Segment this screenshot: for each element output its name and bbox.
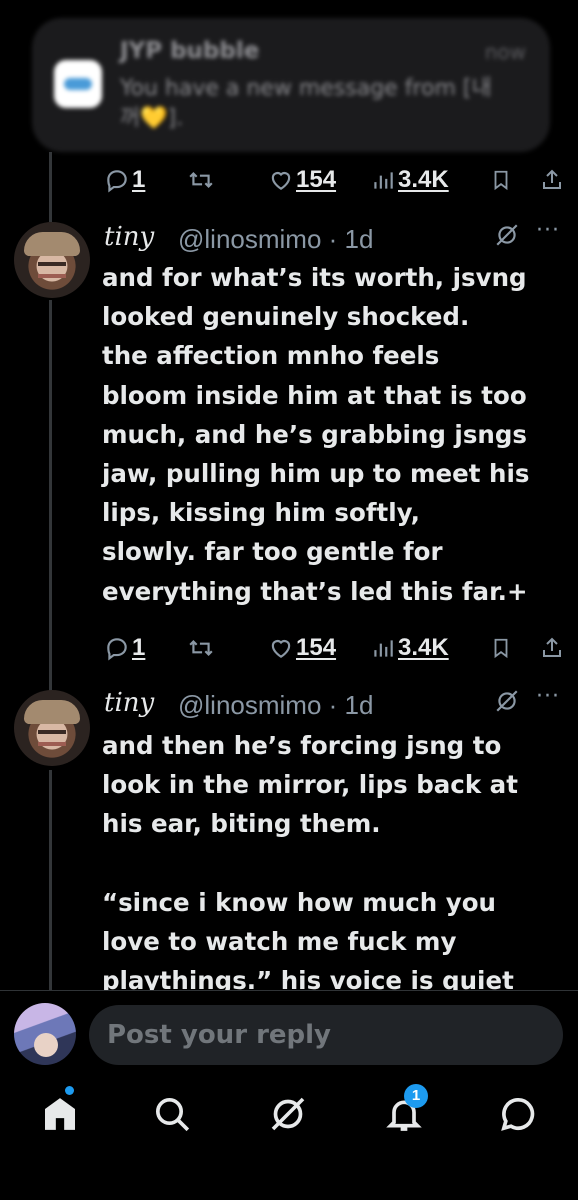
- nav-messages[interactable]: [498, 1094, 538, 1134]
- like-button[interactable]: 154: [268, 160, 336, 200]
- notification-message: You have a new message from [내꺼💛].: [120, 76, 492, 131]
- views-button[interactable]: 3.4K: [370, 628, 449, 668]
- retweet-icon: [189, 639, 213, 657]
- push-notification[interactable]: JYP bubble now You have a new message fr…: [32, 18, 550, 152]
- like-button[interactable]: 154: [268, 628, 336, 668]
- messages-icon: [501, 1097, 535, 1131]
- notification-time: now: [484, 40, 526, 64]
- like-count: 154: [296, 166, 337, 193]
- unread-dot: [65, 1086, 74, 1095]
- thread-line: [49, 770, 52, 990]
- reply-count: 1: [132, 166, 146, 193]
- bottom-nav: 1: [0, 1076, 578, 1200]
- bookmark-icon: [494, 170, 508, 191]
- home-icon: [45, 1098, 75, 1130]
- share-button[interactable]: [540, 628, 564, 668]
- more-icon[interactable]: ···: [536, 684, 560, 709]
- display-name[interactable]: tiny: [104, 688, 154, 718]
- bookmark-button[interactable]: [490, 160, 512, 200]
- bookmark-button[interactable]: [490, 628, 512, 668]
- share-icon: [543, 637, 561, 657]
- heart-icon: [271, 171, 291, 190]
- user-avatar[interactable]: [14, 1003, 76, 1065]
- nav-grok[interactable]: [268, 1094, 308, 1134]
- search-icon: [156, 1098, 190, 1132]
- grok-icon[interactable]: [494, 222, 520, 252]
- thread-line: [49, 152, 52, 222]
- thread-line: [49, 300, 52, 692]
- handle[interactable]: @linosmimo · 1d: [178, 690, 373, 721]
- reply-icon: [107, 170, 127, 193]
- retweet-button[interactable]: [188, 160, 214, 200]
- reply-icon: [107, 638, 127, 661]
- notification-badge: 1: [404, 1084, 428, 1108]
- notification-app-name: JYP bubble: [120, 38, 260, 64]
- share-button[interactable]: [540, 160, 564, 200]
- share-icon: [543, 169, 561, 189]
- bubble-app-icon: [54, 60, 102, 108]
- handle[interactable]: @linosmimo · 1d: [178, 224, 373, 255]
- retweet-button[interactable]: [188, 628, 214, 668]
- tweet-text: and then he’s forcing jsng to look in th…: [102, 731, 518, 996]
- reply-count: 1: [132, 634, 146, 661]
- reply-button[interactable]: 1: [104, 628, 145, 668]
- tweet-actions: 1 154 3.4K: [104, 160, 564, 200]
- retweet-icon: [189, 171, 213, 189]
- tweet-text: and for what’s its worth, jsvng looked g…: [102, 263, 530, 606]
- more-icon[interactable]: ···: [536, 218, 560, 243]
- bookmark-icon: [494, 638, 508, 659]
- views-icon: [374, 640, 393, 657]
- grok-icon[interactable]: [494, 688, 520, 718]
- tweet-header: tiny @linosmimo · 1d ···: [104, 684, 564, 722]
- avatar[interactable]: [14, 690, 90, 766]
- reply-input[interactable]: [89, 1005, 563, 1065]
- nav-home[interactable]: [40, 1086, 80, 1134]
- display-name[interactable]: tiny: [104, 222, 154, 252]
- views-count: 3.4K: [398, 166, 449, 193]
- views-icon: [374, 172, 393, 189]
- views-button[interactable]: 3.4K: [370, 160, 449, 200]
- tweet-header: tiny @linosmimo · 1d ···: [104, 218, 564, 256]
- nav-notifications[interactable]: 1: [384, 1084, 428, 1134]
- nav-search[interactable]: [152, 1094, 192, 1134]
- views-count: 3.4K: [398, 634, 449, 661]
- tweet-actions: 1 154 3.4K: [104, 628, 564, 668]
- reply-bar: [0, 990, 578, 1076]
- grok-icon: [271, 1097, 305, 1131]
- like-count: 154: [296, 634, 337, 661]
- reply-button[interactable]: 1: [104, 160, 145, 200]
- heart-icon: [271, 639, 291, 658]
- avatar[interactable]: [14, 222, 90, 298]
